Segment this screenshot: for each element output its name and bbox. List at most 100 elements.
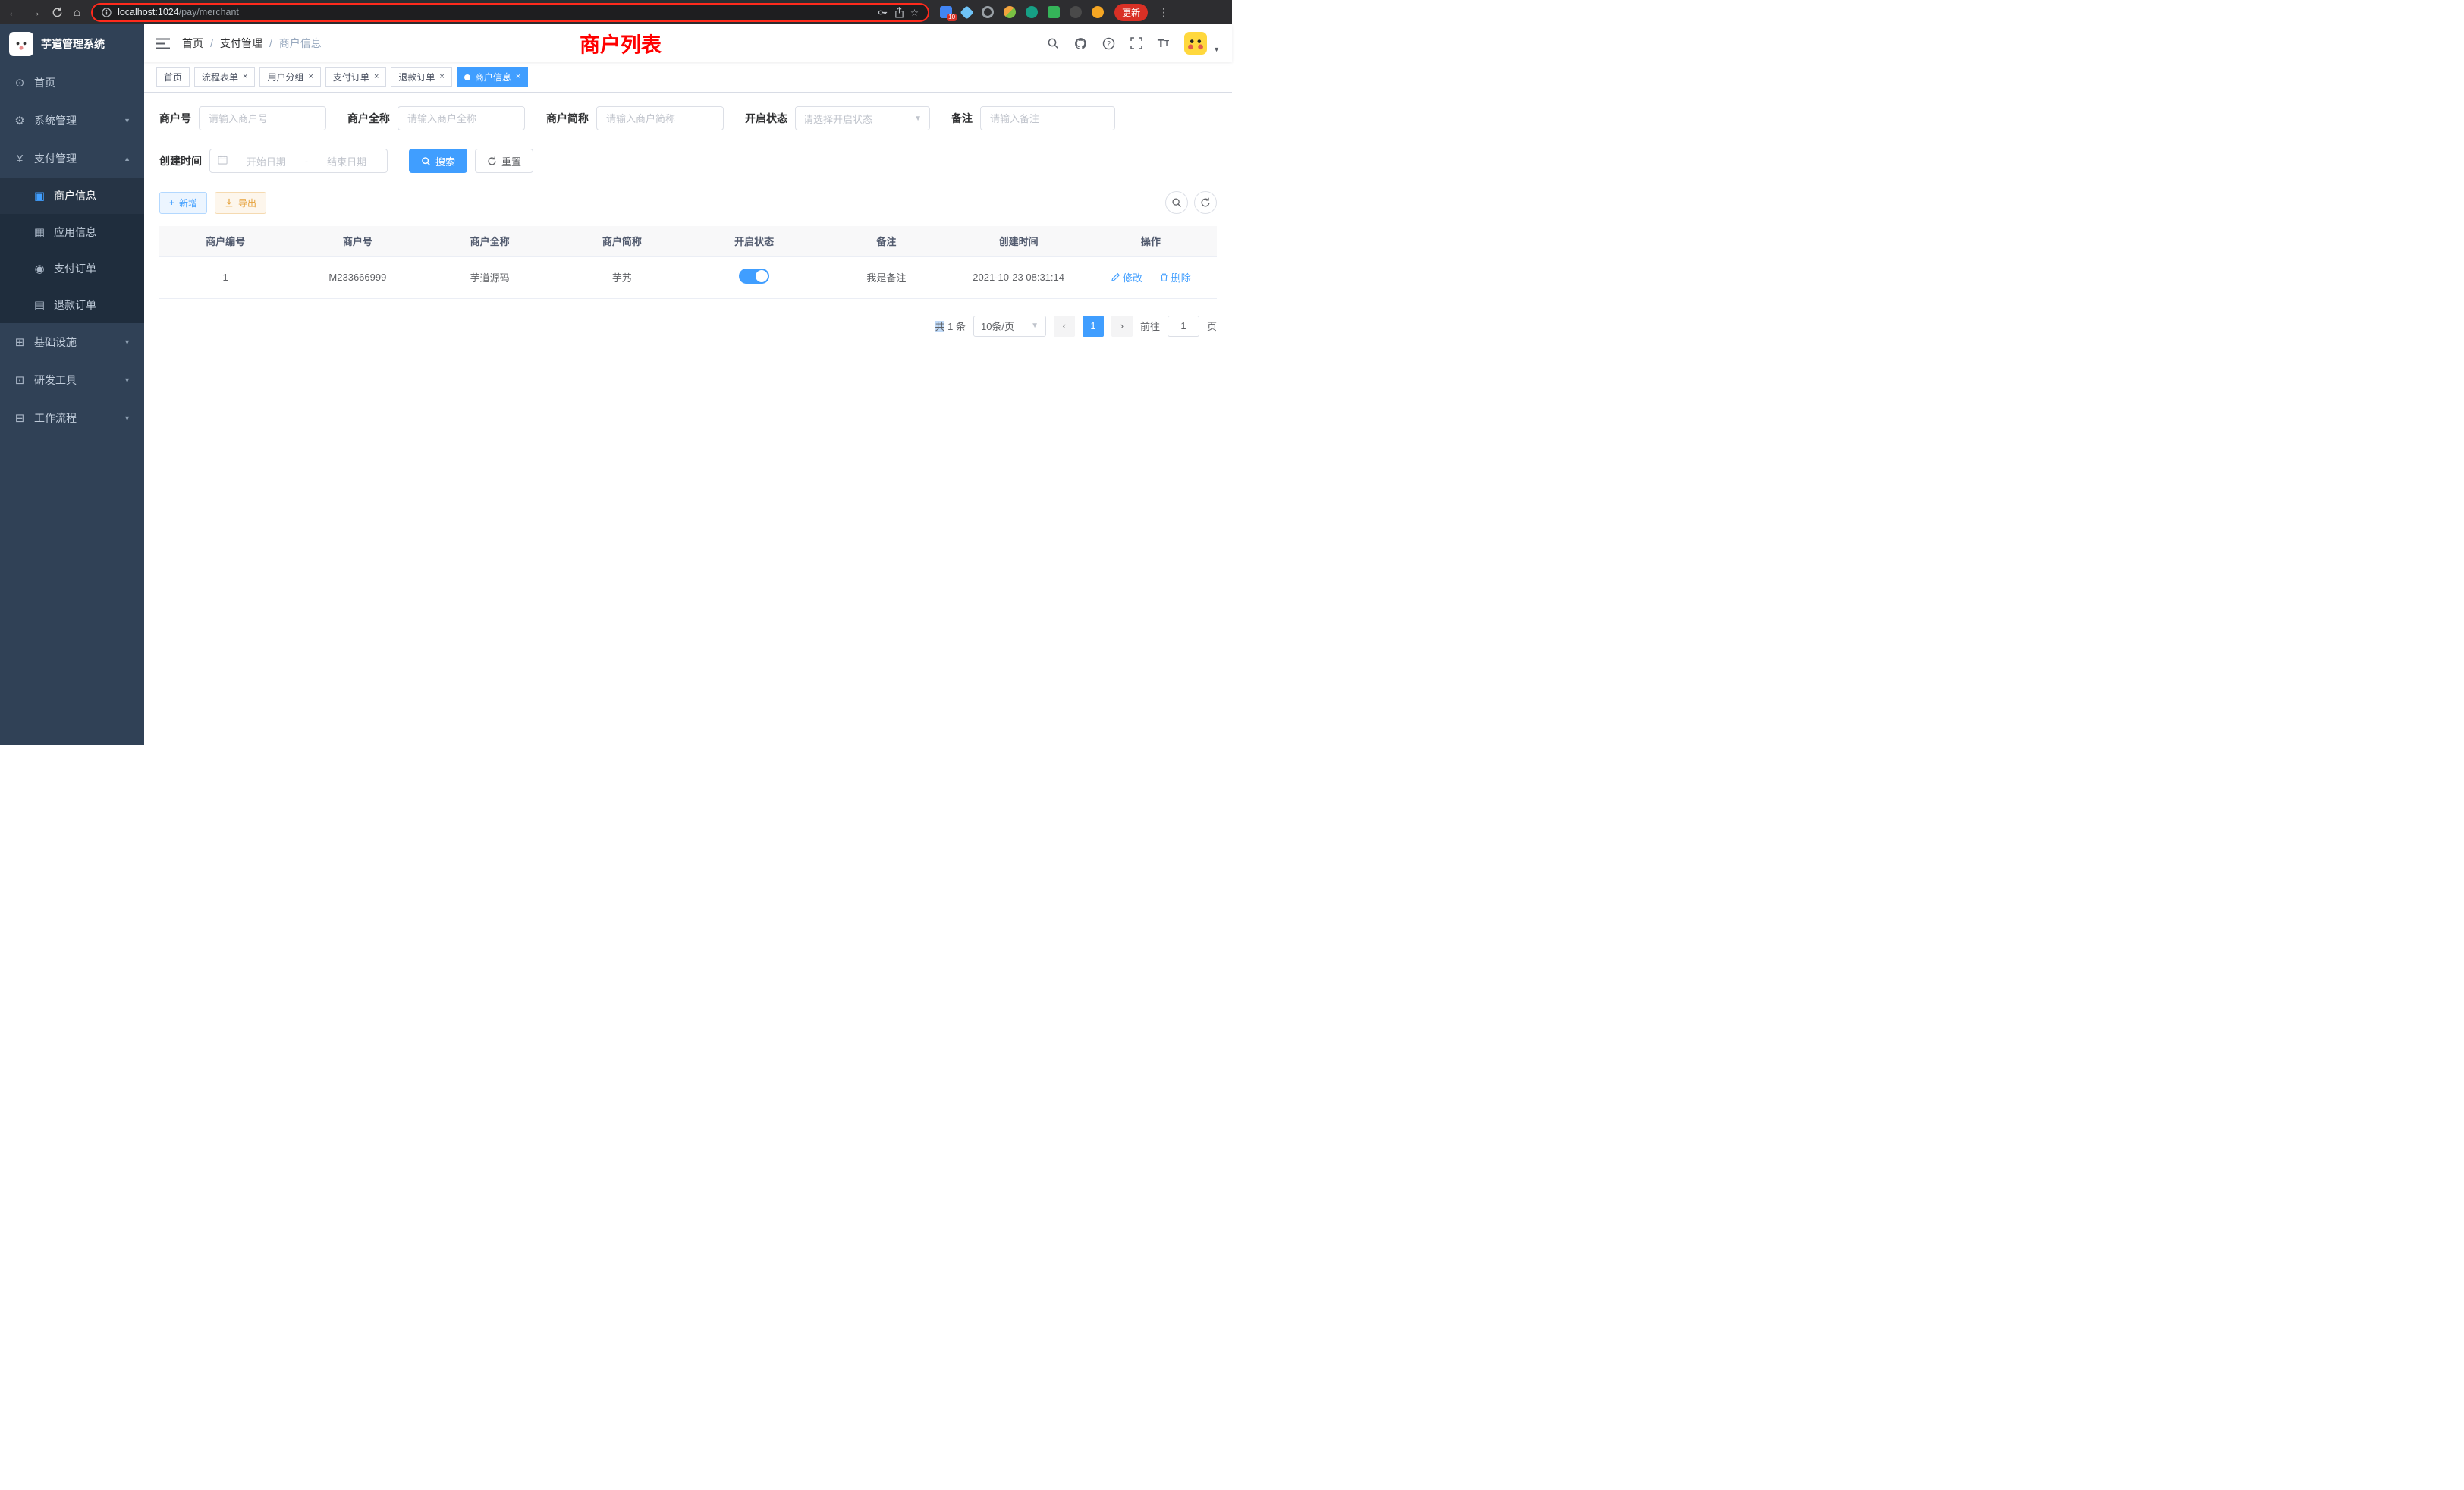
main-area: 首页 / 支付管理 / 商户信息 商户列表 ? TT ▼ <box>144 24 1232 745</box>
reload-icon[interactable] <box>52 7 63 18</box>
date-separator: - <box>305 156 308 167</box>
page-number-button[interactable]: 1 <box>1083 316 1104 337</box>
search-icon[interactable] <box>1047 37 1059 49</box>
sidebar-item-label: 应用信息 <box>54 225 96 240</box>
goto-label: 前往 <box>1140 319 1160 333</box>
filter-full-name: 商户全称 <box>347 106 525 130</box>
breadcrumb-item-home[interactable]: 首页 <box>182 36 203 51</box>
page-unit-label: 页 <box>1207 319 1217 333</box>
edit-link[interactable]: 修改 <box>1111 270 1142 284</box>
close-icon[interactable]: × <box>516 73 520 81</box>
next-page-button[interactable]: › <box>1111 316 1133 337</box>
sidebar-item-infrastructure[interactable]: ⊞ 基础设施 ▼ <box>0 323 144 361</box>
help-icon[interactable]: ? <box>1102 37 1115 50</box>
extension-icon-3[interactable] <box>982 6 994 18</box>
extension-icon-2[interactable] <box>960 5 973 19</box>
home-icon[interactable]: ⌂ <box>74 7 80 18</box>
browser-toolbar: ← → ⌂ localhost:1024/pay/merchant ☆ 10 更… <box>0 0 1232 24</box>
export-button[interactable]: 导出 <box>215 192 266 214</box>
tab-process-form[interactable]: 流程表单 × <box>194 67 255 87</box>
breadcrumb-item-payment[interactable]: 支付管理 <box>220 36 262 51</box>
status-select[interactable]: 请选择开启状态 ▼ <box>795 106 930 130</box>
sidebar-item-home[interactable]: ⊙ 首页 <box>0 64 144 102</box>
close-icon[interactable]: × <box>439 73 444 81</box>
edit-link-label: 修改 <box>1123 270 1142 284</box>
site-info-icon[interactable] <box>102 8 112 17</box>
select-placeholder: 请选择开启状态 <box>803 112 872 126</box>
status-toggle[interactable] <box>739 269 769 284</box>
tab-user-group[interactable]: 用户分组 × <box>259 67 320 87</box>
col-actions: 操作 <box>1085 226 1217 256</box>
col-create-time: 创建时间 <box>953 226 1085 256</box>
sidebar-item-refund-order[interactable]: ▤ 退款订单 <box>0 287 144 323</box>
tab-refund-order[interactable]: 退款订单 × <box>391 67 451 87</box>
font-size-icon[interactable]: TT <box>1158 37 1169 50</box>
goto-page-input[interactable] <box>1168 316 1199 337</box>
chevron-down-icon: ▼ <box>914 115 922 123</box>
extension-icon-1[interactable]: 10 <box>940 6 952 18</box>
password-key-icon[interactable] <box>877 7 888 18</box>
app-logo[interactable]: 芋道管理系统 <box>0 24 144 64</box>
filter-label: 开启状态 <box>745 111 787 126</box>
tab-merchant-info[interactable]: 商户信息 × <box>457 67 528 87</box>
sidebar-item-app-info[interactable]: ▦ 应用信息 <box>0 214 144 250</box>
sidebar-item-merchant-info[interactable]: ▣ 商户信息 <box>0 178 144 214</box>
back-icon[interactable]: ← <box>8 7 19 18</box>
close-icon[interactable]: × <box>374 73 379 81</box>
sidebar-item-label: 支付订单 <box>54 261 96 276</box>
filter-remark: 备注 <box>951 106 1115 130</box>
cell-create-time: 2021-10-23 08:31:14 <box>953 256 1085 298</box>
hide-search-icon[interactable] <box>1165 191 1188 214</box>
prev-page-button[interactable]: ‹ <box>1054 316 1075 337</box>
address-bar[interactable]: localhost:1024/pay/merchant ☆ <box>91 3 929 22</box>
logo-avatar <box>9 32 33 56</box>
extension-icon-4[interactable] <box>1004 6 1016 18</box>
full-name-input[interactable] <box>398 106 525 130</box>
merchant-table: 商户编号 商户号 商户全称 商户简称 开启状态 备注 创建时间 操作 1 M23… <box>159 226 1217 299</box>
forward-icon[interactable]: → <box>30 7 41 18</box>
sidebar-item-system[interactable]: ⚙ 系统管理 ▼ <box>0 102 144 140</box>
refresh-table-icon[interactable] <box>1194 191 1217 214</box>
cell-merchant-id: 1 <box>159 256 291 298</box>
chevron-down-icon: ▼ <box>124 376 130 384</box>
sidebar-item-devtools[interactable]: ⊡ 研发工具 ▼ <box>0 361 144 399</box>
sidebar-item-payment[interactable]: ¥ 支付管理 ▲ <box>0 140 144 178</box>
create-time-range-picker[interactable]: 开始日期 - 结束日期 <box>209 149 388 173</box>
monitor-icon: ⊞ <box>14 335 26 349</box>
chrome-update-button[interactable]: 更新 <box>1114 4 1148 21</box>
page-size-select[interactable]: 10条/页 ▼ <box>973 316 1046 337</box>
filter-label: 创建时间 <box>159 153 202 168</box>
plus-icon: + <box>169 197 174 208</box>
sidebar-item-pay-order[interactable]: ◉ 支付订单 <box>0 250 144 287</box>
github-icon[interactable] <box>1074 37 1087 50</box>
short-name-input[interactable] <box>596 106 724 130</box>
add-button[interactable]: + 新增 <box>159 192 207 214</box>
app-grid-icon: ▦ <box>33 225 46 239</box>
fullscreen-icon[interactable] <box>1130 37 1142 49</box>
bookmark-star-icon[interactable]: ☆ <box>910 7 919 18</box>
tab-home[interactable]: 首页 <box>156 67 190 87</box>
filter-create-time: 创建时间 开始日期 - 结束日期 <box>159 149 388 173</box>
delete-link[interactable]: 删除 <box>1159 270 1191 284</box>
user-avatar[interactable] <box>1184 32 1207 55</box>
tab-label: 首页 <box>164 71 182 83</box>
breadcrumb: 首页 / 支付管理 / 商户信息 <box>182 36 322 51</box>
reset-button[interactable]: 重置 <box>475 149 533 173</box>
table-row: 1 M233666999 芋道源码 芋艿 我是备注 2021-10-23 08:… <box>159 256 1217 298</box>
browser-menu-icon[interactable]: ⋮ <box>1158 6 1169 19</box>
remark-input[interactable] <box>980 106 1115 130</box>
sidebar-item-workflow[interactable]: ⊟ 工作流程 ▼ <box>0 399 144 437</box>
share-icon[interactable] <box>894 7 904 18</box>
gear-icon: ⚙ <box>14 114 26 127</box>
tab-pay-order[interactable]: 支付订单 × <box>325 67 386 87</box>
hamburger-icon[interactable] <box>156 38 170 49</box>
user-menu-caret-icon[interactable]: ▼ <box>1213 46 1220 53</box>
extension-icon-6[interactable] <box>1048 6 1060 18</box>
profile-avatar-icon[interactable] <box>1092 6 1104 18</box>
extension-icon-5[interactable] <box>1026 6 1038 18</box>
extension-icon-7[interactable] <box>1070 6 1082 18</box>
close-icon[interactable]: × <box>308 73 313 81</box>
search-button[interactable]: 搜索 <box>409 149 467 173</box>
merchant-no-input[interactable] <box>199 106 326 130</box>
close-icon[interactable]: × <box>243 73 247 81</box>
